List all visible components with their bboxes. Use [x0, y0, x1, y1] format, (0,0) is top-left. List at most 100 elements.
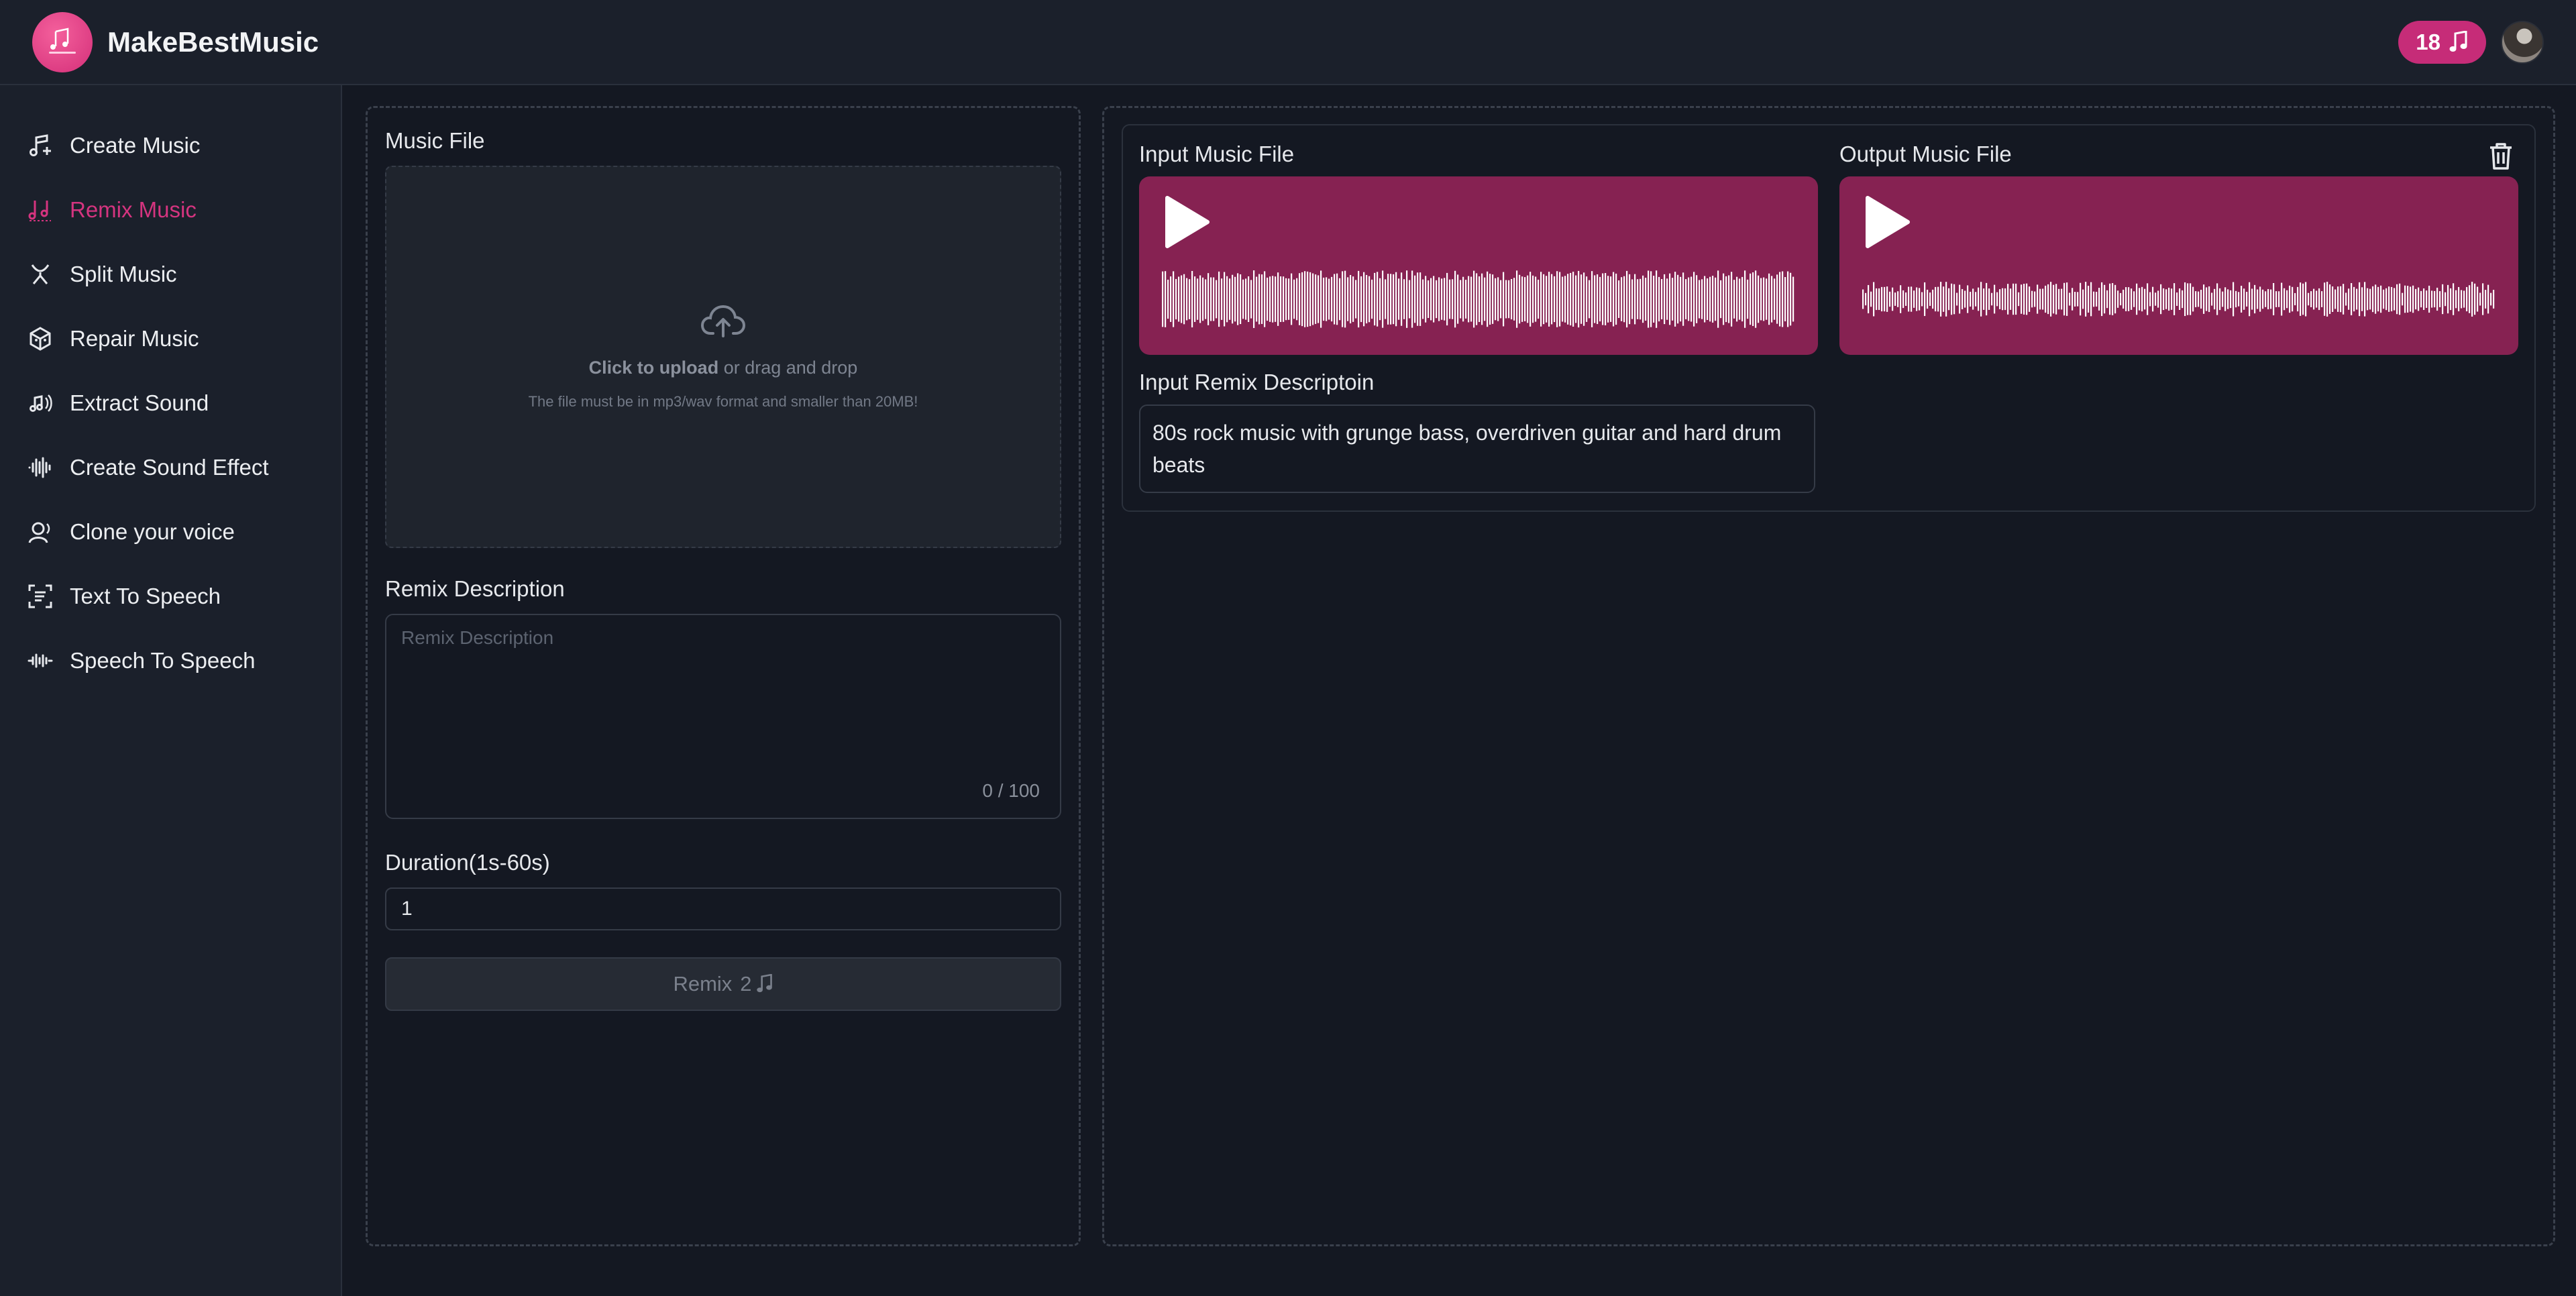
- waveform-bar: [1449, 279, 1451, 319]
- waveform-bar: [2321, 291, 2323, 307]
- waveform-bar: [2031, 290, 2033, 308]
- waveform-bar: [2224, 287, 2226, 311]
- waveform-bar: [1307, 271, 1309, 327]
- waveform-bar: [1629, 274, 1631, 325]
- waveform-bar: [2050, 282, 2052, 317]
- waveform-bar: [1693, 272, 1695, 327]
- waveform-bar: [2332, 286, 2334, 312]
- sidebar-item-extract-sound[interactable]: Extract Sound: [0, 371, 341, 435]
- brand[interactable]: MakeBestMusic: [32, 11, 319, 72]
- waveform-bar: [1935, 286, 1937, 312]
- sidebar-item-speech-to-speech[interactable]: Speech To Speech: [0, 629, 341, 693]
- user-avatar[interactable]: [2501, 20, 2544, 64]
- waveform-bar: [1548, 272, 1550, 327]
- waveform-bar: [1996, 292, 1998, 307]
- waveform-bar: [1350, 274, 1352, 324]
- waveform-bar: [2125, 287, 2127, 311]
- waveform-bar: [1591, 271, 1593, 327]
- waveform-bar: [1479, 276, 1481, 323]
- waveform-bar: [1538, 279, 1540, 319]
- waveform-bar: [1326, 277, 1328, 321]
- waveform-bar: [2490, 292, 2492, 306]
- waveform-bar: [1559, 272, 1561, 327]
- waveform-bar: [1301, 272, 1303, 327]
- waveform-bar: [1519, 274, 1521, 324]
- duration-input[interactable]: 1: [385, 887, 1061, 930]
- waveform-bar: [1623, 276, 1625, 323]
- waveform-bar: [1175, 278, 1177, 320]
- remix-button[interactable]: Remix 2: [385, 957, 1061, 1011]
- waveform-bar: [1897, 291, 1899, 307]
- waveform-bar: [1208, 273, 1210, 325]
- upload-dropzone[interactable]: Click to upload or drag and drop The fil…: [385, 166, 1061, 548]
- waveform-bar: [2233, 282, 2235, 317]
- waveform-bar: [2023, 284, 2025, 315]
- trash-icon[interactable]: [2487, 142, 2514, 171]
- waveform-bar: [2157, 290, 2159, 308]
- input-waveform[interactable]: [1162, 262, 1795, 336]
- waveform-bar: [2385, 288, 2387, 311]
- sidebar-item-label: Repair Music: [70, 326, 199, 351]
- waveform-bar: [1728, 275, 1730, 323]
- waveform-bar: [1929, 292, 1931, 306]
- waveform-bar: [1733, 280, 1735, 319]
- waveform-bar: [1994, 284, 1996, 314]
- sidebar-item-remix-music[interactable]: Remix Music: [0, 178, 341, 242]
- top-header: MakeBestMusic 18: [0, 0, 2576, 85]
- waveform-icon: [28, 457, 51, 478]
- play-icon[interactable]: [1862, 194, 1912, 250]
- waveform-bar: [2072, 288, 2074, 311]
- waveform-bar: [2348, 288, 2350, 310]
- waveform-bar: [2047, 284, 2049, 315]
- waveform-bar: [2101, 282, 2103, 317]
- waveform-bar: [1699, 280, 1701, 319]
- waveform-bar: [1342, 271, 1344, 327]
- waveform-bar: [1258, 274, 1260, 325]
- note-sound-icon: [30, 394, 52, 412]
- play-icon[interactable]: [1162, 194, 1212, 250]
- waveform-bar: [2214, 288, 2216, 310]
- waveform-bar: [2300, 282, 2302, 316]
- waveform-bar: [1521, 276, 1523, 322]
- waveform-bar: [1535, 276, 1537, 322]
- sidebar-item-clone-voice[interactable]: Clone your voice: [0, 500, 341, 564]
- waveform-bar: [2487, 284, 2489, 314]
- waveform-bar: [1685, 279, 1687, 319]
- waveform-bar: [1884, 286, 1886, 312]
- waveform-bar: [2061, 288, 2063, 310]
- waveform-bar: [2415, 288, 2417, 310]
- sidebar-item-create-music[interactable]: Create Music: [0, 113, 341, 178]
- waveform-bar: [1959, 284, 1961, 314]
- waveform-bar: [2246, 292, 2248, 307]
- output-waveform[interactable]: [1862, 262, 2496, 336]
- sidebar-item-label: Speech To Speech: [70, 648, 256, 673]
- waveform-bar: [1674, 272, 1676, 327]
- sidebar-item-label: Clone your voice: [70, 519, 235, 544]
- sidebar-item-repair-music[interactable]: Repair Music: [0, 307, 341, 371]
- remix-button-label: Remix: [673, 972, 733, 995]
- waveform-bar: [1232, 274, 1234, 324]
- waveform-bar: [1411, 270, 1413, 328]
- waveform-bar: [1277, 272, 1279, 326]
- waveform-bar: [2463, 290, 2465, 308]
- credits-badge[interactable]: 18: [2398, 20, 2486, 64]
- sidebar-item-create-sound-effect[interactable]: Create Sound Effect: [0, 435, 341, 500]
- waveform-bar: [2251, 288, 2253, 310]
- waveform-bar: [1790, 272, 1792, 326]
- sidebar-item-split-music[interactable]: Split Music: [0, 242, 341, 307]
- remix-description-input[interactable]: Remix Description 0 / 100: [385, 614, 1061, 819]
- waveform-bar: [1690, 276, 1693, 322]
- waveform-bar: [1419, 272, 1421, 326]
- waveform-bar: [1269, 276, 1271, 322]
- waveform-bar: [2420, 290, 2422, 308]
- sidebar-item-label: Create Music: [70, 133, 201, 158]
- waveform-bar: [1487, 271, 1489, 327]
- waveform-bar: [2042, 288, 2044, 310]
- sidebar-item-text-to-speech[interactable]: Text To Speech: [0, 564, 341, 629]
- upload-click-text: Click to upload: [588, 357, 719, 378]
- waveform-bar: [1709, 276, 1711, 322]
- waveform-bar: [1484, 277, 1486, 321]
- waveform-bar: [1758, 275, 1760, 323]
- waveform-bar: [1334, 274, 1336, 325]
- waveform-bar: [2434, 290, 2436, 308]
